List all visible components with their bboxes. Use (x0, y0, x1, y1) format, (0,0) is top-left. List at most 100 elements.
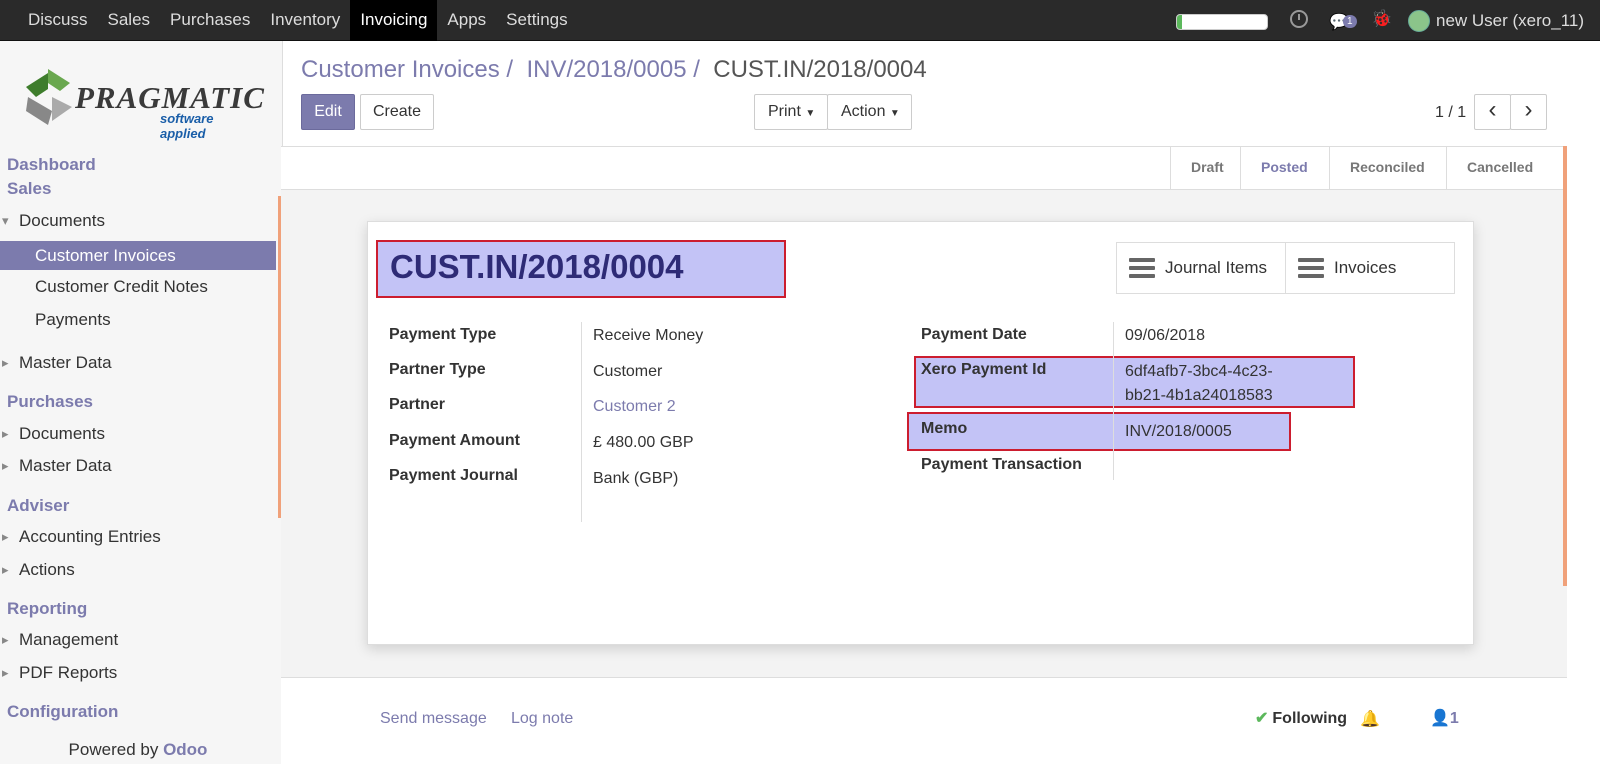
sidebar-item-sales-master-data[interactable]: Master Data (0, 353, 276, 373)
logo-tagline: software applied (160, 111, 214, 141)
menu-discuss[interactable]: Discuss (18, 0, 98, 41)
menu-inventory[interactable]: Inventory (260, 0, 350, 41)
menu-purchases[interactable]: Purchases (160, 0, 260, 41)
edit-button[interactable]: Edit (301, 94, 355, 130)
user-icon: 👤 (1430, 710, 1450, 727)
menu-apps[interactable]: Apps (437, 0, 496, 41)
activity-clock-icon[interactable] (1290, 10, 1308, 28)
pager-previous-button[interactable]: ‹ (1474, 94, 1511, 130)
xero-payment-id-line2: bb21-4b1a24018583 (1125, 387, 1273, 404)
sidebar-item-configuration[interactable]: Configuration (7, 702, 283, 722)
menu-sales[interactable]: Sales (98, 0, 161, 41)
memo-value: INV/2018/0005 (1125, 423, 1232, 440)
sidebar-item-purchase-master-data[interactable]: Master Data (0, 456, 276, 476)
log-note-button[interactable]: Log note (511, 710, 573, 728)
sidebar-item-accounting-entries[interactable]: Accounting Entries (0, 527, 276, 547)
stage-cancelled[interactable]: Cancelled (1446, 147, 1565, 190)
sidebar-item-customer-invoices[interactable]: Customer Invoices (0, 241, 276, 270)
partner-link[interactable]: Customer 2 (593, 395, 676, 419)
form-sheet: CUST.IN/2018/0004 Journal Items Invoices… (367, 221, 1474, 645)
breadcrumb-separator: / (506, 56, 514, 83)
sidebar-item-sales[interactable]: Sales (7, 179, 283, 199)
print-dropdown[interactable]: Print ▼ (754, 94, 828, 130)
status-bar: Draft Posted Reconciled Cancelled (281, 147, 1567, 190)
xero-payment-id-label: Xero Payment Id (921, 361, 1047, 378)
journal-items-label: Journal Items (1165, 258, 1268, 277)
breadcrumb-current: CUST.IN/2018/0004 (713, 56, 927, 83)
stage-draft[interactable]: Draft (1170, 147, 1240, 190)
avatar (1408, 9, 1430, 32)
caret-down-icon: ▼ (805, 108, 816, 119)
payment-journal-value: Bank (GBP) (593, 470, 679, 487)
form-view: Draft Posted Reconciled Cancelled CUST.I… (281, 146, 1567, 764)
payment-amount-value: £ 480.00 GBP (593, 434, 694, 451)
check-icon: ✔ (1255, 710, 1269, 727)
payment-amount-label: Payment Amount (389, 432, 520, 449)
sidebar-item-purchase-documents[interactable]: Documents (0, 424, 276, 444)
payment-journal-label: Payment Journal (389, 467, 518, 484)
stage-posted[interactable]: Posted (1240, 147, 1329, 190)
payment-type-label: Payment Type (389, 326, 497, 343)
sidebar-item-management[interactable]: Management (0, 630, 276, 650)
sidebar-item-reporting[interactable]: Reporting (7, 599, 283, 619)
caret-down-icon: ▼ (889, 108, 900, 119)
breadcrumb: Customer Invoices / INV/2018/0005 / CUST… (301, 56, 927, 84)
chat-count-badge: 1 (1343, 15, 1357, 28)
sidebar-item-customer-credit-notes[interactable]: Customer Credit Notes (0, 277, 276, 297)
pager-next-button[interactable]: › (1510, 94, 1547, 130)
breadcrumb-invoice[interactable]: INV/2018/0005 (526, 56, 686, 83)
powered-by-label: Powered by (68, 740, 159, 759)
onboarding-progress-bar[interactable] (1176, 14, 1268, 30)
action-label: Action (841, 103, 886, 120)
debug-bug-icon[interactable]: 🐞 (1371, 9, 1392, 29)
sidebar-item-pdf-reports[interactable]: PDF Reports (0, 663, 276, 683)
bell-icon[interactable]: 🔔 (1360, 709, 1380, 729)
field-separator (581, 322, 582, 522)
invoices-button[interactable]: Invoices (1285, 242, 1455, 294)
partner-type-value: Customer (593, 363, 663, 380)
top-navbar: Discuss Sales Purchases Inventory Invoic… (0, 0, 1600, 41)
journal-items-button[interactable]: Journal Items (1116, 242, 1286, 294)
app-menu: Discuss Sales Purchases Inventory Invoic… (18, 0, 578, 41)
powered-by-brand[interactable]: Odoo (163, 740, 207, 759)
pager-value[interactable]: 1 / 1 (1435, 104, 1466, 122)
user-name: new User (xero_11) (1436, 11, 1585, 30)
powered-by: Powered by Odoo (0, 738, 276, 764)
payment-type-value: Receive Money (593, 327, 704, 344)
payment-date-value: 09/06/2018 (1125, 327, 1206, 344)
create-button[interactable]: Create (360, 94, 434, 130)
action-dropdown[interactable]: Action ▼ (827, 94, 912, 130)
sidebar-item-dashboard[interactable]: Dashboard (7, 155, 283, 175)
sidebar-item-adviser[interactable]: Adviser (7, 496, 283, 516)
sidebar-item-actions[interactable]: Actions (0, 560, 276, 580)
sidebar-item-purchases[interactable]: Purchases (7, 392, 283, 412)
xero-payment-id-line1: 6df4afb7-3bc4-4c23- (1125, 363, 1273, 380)
user-menu[interactable]: new User (xero_11) (1408, 0, 1584, 41)
menu-invoicing[interactable]: Invoicing (350, 0, 438, 41)
breadcrumb-separator: / (693, 56, 700, 83)
list-icon (1129, 258, 1155, 278)
payment-transaction-label: Payment Transaction (921, 456, 1082, 473)
breadcrumb-customer-invoices[interactable]: Customer Invoices (301, 56, 500, 83)
partner-type-label: Partner Type (389, 361, 486, 378)
stage-reconciled[interactable]: Reconciled (1329, 147, 1446, 190)
send-message-button[interactable]: Send message (380, 710, 487, 728)
partner-label: Partner (389, 396, 446, 413)
page-title: CUST.IN/2018/0004 (390, 248, 684, 285)
payment-date-label: Payment Date (921, 326, 1027, 343)
xero-payment-id-value: 6df4afb7-3bc4-4c23- bb21-4b1a24018583 (1125, 360, 1273, 408)
sidebar-item-payments[interactable]: Payments (0, 310, 276, 330)
chat-icon[interactable]: 💬 1 (1329, 12, 1357, 32)
logo-mark-icon (26, 69, 72, 125)
following-button[interactable]: ✔ Following (1255, 708, 1347, 728)
memo-label: Memo (921, 420, 968, 437)
sidebar-item-sales-documents[interactable]: Documents (0, 211, 276, 231)
progress-fill (1177, 15, 1182, 29)
print-label: Print (768, 103, 801, 120)
main-scrollbar[interactable] (1563, 146, 1567, 586)
invoices-label: Invoices (1334, 258, 1397, 277)
company-logo: PRAGMATIC software applied (20, 63, 264, 141)
menu-settings[interactable]: Settings (496, 0, 577, 41)
list-icon (1298, 258, 1324, 278)
followers-button[interactable]: 👤1 (1430, 708, 1459, 728)
